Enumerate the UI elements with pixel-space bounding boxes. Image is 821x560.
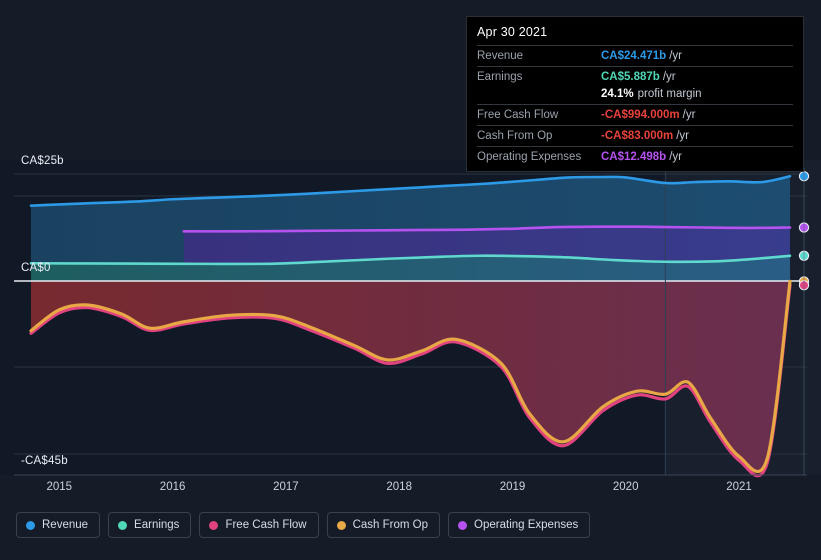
legend-item-label: Earnings <box>134 519 180 531</box>
legend-color-dot-icon <box>458 520 468 530</box>
tooltip-row-unit: /yr <box>682 109 696 121</box>
legend-color-dot-icon <box>118 520 128 530</box>
tooltip-row-unit: /yr <box>669 50 682 62</box>
tooltip-row-label: Cash From Op <box>477 130 553 142</box>
tooltip-row-label: Earnings <box>477 71 523 83</box>
tooltip-date: Apr 30 2021 <box>477 25 548 39</box>
tooltip-row-unit: /yr <box>676 130 690 142</box>
legend-item-label: Free Cash Flow <box>225 519 307 531</box>
legend-item-label: Operating Expenses <box>474 519 579 531</box>
tooltip-row-label: Free Cash Flow <box>477 109 559 121</box>
legend-color-dot-icon <box>26 520 35 530</box>
tooltip-row: Free Cash Flow -CA$994.000m/yr <box>477 104 793 125</box>
x-axis-label-2020: 2020 <box>612 481 639 493</box>
tooltip-row-unit: /yr <box>662 71 676 83</box>
legend-item-label: Revenue <box>42 519 89 531</box>
y-axis-label-zero: CA$0 <box>21 262 51 274</box>
financial-chart: CA$25b CA$0 -CA$45b 2015 2016 2017 2018 2019… <box>0 0 821 560</box>
legend-item-label: Cash From Op <box>352 519 429 531</box>
tooltip-row-value: -CA$83.000m <box>601 130 674 142</box>
legend-item-cash-from-op[interactable]: Cash From Op <box>326 512 441 538</box>
legend-item-revenue[interactable]: Revenue <box>16 512 101 538</box>
tooltip-row: Earnings CA$5.887b/yr <box>477 66 793 87</box>
x-axis-label-2019: 2019 <box>499 481 526 493</box>
tooltip-row-value: CA$5.887b <box>601 71 660 83</box>
tooltip-row-value-group: -CA$994.000m/yr <box>601 108 695 122</box>
chart-tooltip: Apr 30 2021 Revenue CA$24.471b/yr Earnings… <box>466 16 804 172</box>
tooltip-row-label: Revenue <box>477 50 524 62</box>
legend-item-operating-expenses[interactable]: Operating Expenses <box>448 512 591 538</box>
tooltip-row-value: 24.1% <box>601 88 634 100</box>
tooltip-row-value: CA$12.498b <box>601 151 667 163</box>
x-axis-label-2021: 2021 <box>726 481 752 493</box>
tooltip-row: Cash From Op -CA$83.000m/yr <box>477 125 793 146</box>
tooltip-row: Operating Expenses CA$12.498b/yr <box>477 146 793 167</box>
x-axis-label-2016: 2016 <box>159 481 186 493</box>
legend-color-dot-icon <box>336 520 346 530</box>
tooltip-row: 24.1% profit margin <box>477 87 793 104</box>
tooltip-row-unit: /yr <box>669 151 682 163</box>
tooltip-row-value: -CA$994.000m <box>601 109 680 121</box>
legend-color-dot-icon <box>209 520 219 530</box>
x-axis: 2015 2016 2017 2018 2019 2020 2021 <box>0 481 821 501</box>
tooltip-row-value-group: CA$12.498b/yr <box>601 150 682 164</box>
legend-item-earnings[interactable]: Earnings <box>108 512 192 538</box>
tooltip-row-unit: profit margin <box>637 88 702 100</box>
y-axis-label-bottom: -CA$45b <box>21 455 68 467</box>
chart-legend[interactable]: Revenue Earnings Free Cash Flow Cash From O… <box>16 512 591 538</box>
x-axis-label-2017: 2017 <box>273 481 299 493</box>
tooltip-row-value: CA$24.471b <box>601 50 667 62</box>
tooltip-row-value-group: CA$5.887b/yr <box>601 70 676 84</box>
tooltip-row-value-group: -CA$83.000m/yr <box>601 129 689 143</box>
x-axis-label-2018: 2018 <box>386 481 412 493</box>
legend-item-free-cash-flow[interactable]: Free Cash Flow <box>199 512 319 538</box>
tooltip-row-value-group: CA$24.471b/yr <box>601 49 682 63</box>
tooltip-rows: Revenue CA$24.471b/yr Earnings CA$5.887b/yr… <box>477 45 793 167</box>
y-axis-label-top: CA$25b <box>21 155 64 167</box>
tooltip-row: Revenue CA$24.471b/yr <box>477 45 793 66</box>
tooltip-row-value-group: 24.1% profit margin <box>601 87 702 101</box>
x-axis-label-2015: 2015 <box>46 481 73 493</box>
tooltip-row-label: Operating Expenses <box>477 151 582 163</box>
